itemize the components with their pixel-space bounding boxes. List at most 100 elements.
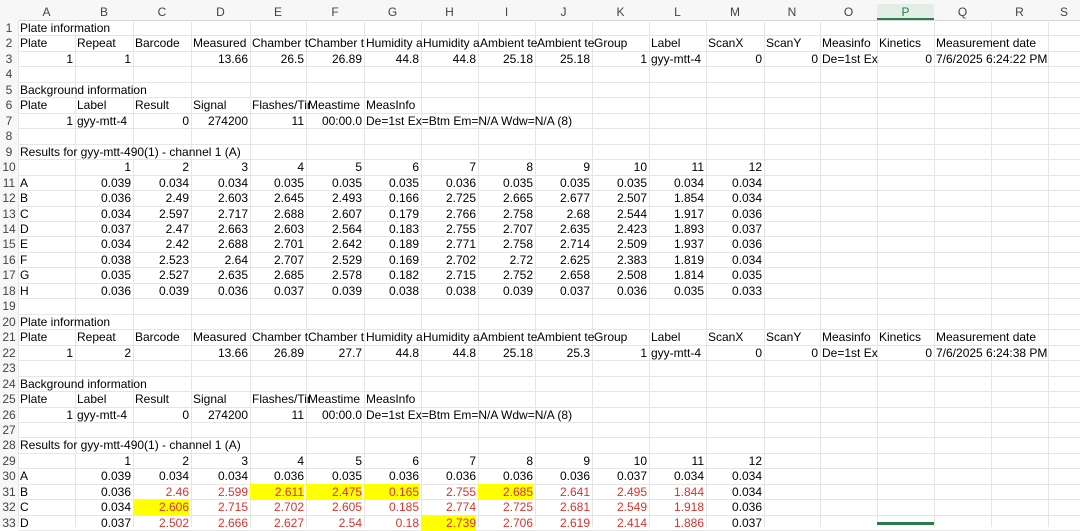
cell-l17[interactable]: 1.814 [651,267,704,283]
cell-d31[interactable]: 2.599 [193,484,248,500]
cell-l10[interactable]: 11 [651,159,704,175]
row-header-23[interactable]: 23 [0,360,18,376]
cell-p21[interactable]: Kinetics [879,329,921,345]
cell-j16[interactable]: 2.625 [537,252,590,268]
cell-b7[interactable]: gyy-mtt-4 [77,113,127,129]
cell-d22[interactable]: 13.66 [193,345,248,361]
cell-k33[interactable]: 2.414 [594,515,647,531]
cell-b12[interactable]: 0.036 [77,190,131,206]
cell-e29[interactable]: 4 [252,453,304,469]
column-header-a[interactable]: A [18,4,75,20]
column-header-r[interactable]: R [991,4,1048,20]
column-header-f[interactable]: F [306,4,364,20]
cell-m10[interactable]: 12 [708,159,762,175]
cell-j2[interactable]: Ambient te [537,35,594,51]
cell-c13[interactable]: 2.597 [135,206,189,222]
cell-p2[interactable]: Kinetics [879,35,921,51]
cell-f29[interactable]: 5 [308,453,362,469]
cell-d2[interactable]: Measured [193,35,246,51]
cell-m3[interactable]: 0 [708,51,762,67]
cell-d32[interactable]: 2.715 [193,499,248,515]
cell-d15[interactable]: 2.688 [193,236,248,252]
cell-h14[interactable]: 2.755 [423,221,476,237]
cell-g17[interactable]: 0.182 [366,267,419,283]
cell-b16[interactable]: 0.038 [77,252,131,268]
cell-f26[interactable]: 00:00.0 [308,407,362,423]
row-header-15[interactable]: 15 [0,236,18,252]
column-header-e[interactable]: E [250,4,306,20]
cell-m17[interactable]: 0.035 [708,267,762,283]
row-header-21[interactable]: 21 [0,329,18,345]
cell-g15[interactable]: 0.189 [366,236,419,252]
cell-m15[interactable]: 0.036 [708,236,762,252]
column-header-i[interactable]: I [478,4,535,20]
cell-d10[interactable]: 3 [193,159,248,175]
cell-c12[interactable]: 2.49 [135,190,189,206]
cell-c15[interactable]: 2.42 [135,236,189,252]
column-header-b[interactable]: B [75,4,133,20]
cell-c7[interactable]: 0 [135,113,189,129]
cell-f18[interactable]: 0.039 [308,283,362,299]
row-header-22[interactable]: 22 [0,345,18,361]
cell-e31[interactable]: 2.611 [250,483,304,500]
cell-i12[interactable]: 2.665 [480,190,533,206]
row-header-29[interactable]: 29 [0,453,18,469]
row-header-32[interactable]: 32 [0,499,18,515]
cell-l3[interactable]: gyy-mtt-4 [651,51,701,67]
column-header-n[interactable]: N [764,4,820,20]
cell-m16[interactable]: 0.034 [708,252,762,268]
column-header-h[interactable]: H [421,4,478,20]
cell-f15[interactable]: 2.642 [308,236,362,252]
cell-e17[interactable]: 2.685 [252,267,304,283]
cell-f21[interactable]: Chamber t [308,329,364,345]
column-header-p[interactable]: P [877,4,934,20]
cell-l31[interactable]: 1.844 [651,484,704,500]
cell-d7[interactable]: 274200 [193,113,248,129]
cell-h30[interactable]: 0.036 [423,468,476,484]
cell-g30[interactable]: 0.036 [366,468,419,484]
cell-g11[interactable]: 0.035 [366,175,419,191]
cell-e7[interactable]: 11 [252,113,304,129]
cell-g25[interactable]: MeasInfo [366,391,415,407]
cell-a21[interactable]: Plate [20,329,47,345]
cell-b30[interactable]: 0.039 [77,468,131,484]
cell-b26[interactable]: gyy-mtt-4 [77,407,127,423]
column-header-k[interactable]: K [592,4,649,20]
row-header-8[interactable]: 8 [0,128,18,144]
cell-i32[interactable]: 2.725 [480,499,533,515]
cell-m21[interactable]: ScanX [708,329,743,345]
cell-k15[interactable]: 2.509 [594,236,647,252]
cell-e11[interactable]: 0.035 [252,175,304,191]
cell-a16[interactable]: F [20,252,27,268]
row-header-19[interactable]: 19 [0,298,18,314]
row-header-27[interactable]: 27 [0,422,18,438]
cell-o22[interactable]: De=1st Ex [822,345,878,361]
row-header-26[interactable]: 26 [0,407,18,423]
cell-l33[interactable]: 1.886 [651,515,704,531]
cell-m32[interactable]: 0.036 [708,499,762,515]
cell-i10[interactable]: 8 [480,159,533,175]
cell-k30[interactable]: 0.037 [594,468,647,484]
cell-b31[interactable]: 0.036 [77,484,131,500]
cell-a3[interactable]: 1 [20,51,73,67]
cell-k2[interactable]: Group [594,35,627,51]
cell-e13[interactable]: 2.688 [252,206,304,222]
row-header-28[interactable]: 28 [0,437,18,453]
select-all-corner[interactable] [0,4,18,20]
cell-m13[interactable]: 0.036 [708,206,762,222]
cell-d3[interactable]: 13.66 [193,51,248,67]
cell-d12[interactable]: 2.603 [193,190,248,206]
cell-n21[interactable]: ScanY [766,329,801,345]
cell-a11[interactable]: A [20,175,28,191]
column-header-j[interactable]: J [535,4,592,20]
cell-m22[interactable]: 0 [708,345,762,361]
cell-c18[interactable]: 0.039 [135,283,189,299]
cell-c2[interactable]: Barcode [135,35,180,51]
cell-a7[interactable]: 1 [20,113,73,129]
cell-j21[interactable]: Ambient te [537,329,594,345]
cell-h17[interactable]: 2.715 [423,267,476,283]
cell-h3[interactable]: 44.8 [423,51,476,67]
cell-i16[interactable]: 2.72 [480,252,533,268]
cell-h33[interactable]: 2.739 [421,514,476,531]
cell-f13[interactable]: 2.607 [308,206,362,222]
